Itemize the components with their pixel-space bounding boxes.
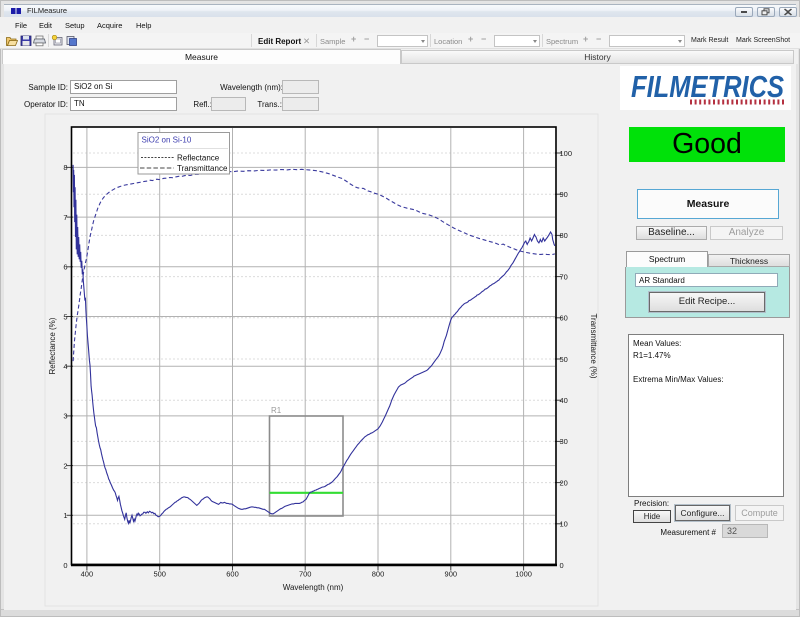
svg-text:0: 0 <box>63 561 67 570</box>
svg-text:3: 3 <box>63 412 67 421</box>
svg-text:90: 90 <box>560 190 568 199</box>
svg-text:2: 2 <box>63 461 67 470</box>
svg-text:Transmittance (%): Transmittance (%) <box>589 313 598 378</box>
svg-text:Transmittance: Transmittance <box>177 164 228 173</box>
svg-text:70: 70 <box>560 272 568 281</box>
svg-text:500: 500 <box>153 570 166 579</box>
svg-text:8: 8 <box>63 163 67 172</box>
svg-text:6: 6 <box>63 263 67 272</box>
svg-text:100: 100 <box>560 149 573 158</box>
svg-text:400: 400 <box>81 570 94 579</box>
svg-text:10: 10 <box>560 520 568 529</box>
svg-text:60: 60 <box>560 314 568 323</box>
svg-text:80: 80 <box>560 231 568 240</box>
svg-text:SiO2 on Si-10: SiO2 on Si-10 <box>142 136 192 145</box>
svg-text:900: 900 <box>445 570 458 579</box>
svg-text:Reflectance: Reflectance <box>177 154 220 163</box>
svg-text:1: 1 <box>63 511 67 520</box>
svg-text:800: 800 <box>372 570 385 579</box>
svg-text:700: 700 <box>299 570 312 579</box>
svg-text:7: 7 <box>63 213 67 222</box>
svg-text:Wavelength (nm): Wavelength (nm) <box>283 583 344 592</box>
svg-text:4: 4 <box>63 362 67 371</box>
svg-text:0: 0 <box>560 561 564 570</box>
svg-text:600: 600 <box>226 570 239 579</box>
svg-text:50: 50 <box>560 355 568 364</box>
svg-text:1000: 1000 <box>515 570 532 579</box>
svg-text:20: 20 <box>560 478 568 487</box>
svg-text:40: 40 <box>560 396 568 405</box>
svg-text:R1: R1 <box>271 406 282 415</box>
svg-text:5: 5 <box>63 312 67 321</box>
svg-text:Reflectance (%): Reflectance (%) <box>48 317 57 374</box>
svg-text:30: 30 <box>560 437 568 446</box>
